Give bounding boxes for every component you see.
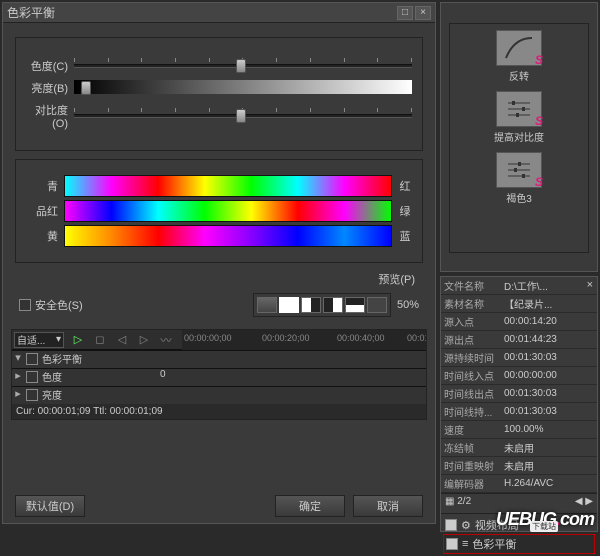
titlebar[interactable]: 色彩平衡 □ × <box>3 3 435 23</box>
dialog-title: 色彩平衡 <box>7 4 55 21</box>
cyan-label: 青 <box>22 178 64 194</box>
property-row: 速度100.00% <box>441 421 597 439</box>
effect-invert[interactable]: S 反转 <box>489 30 549 83</box>
timeline-zoom-dropdown[interactable]: 自适...▾ <box>14 332 64 348</box>
properties-table: 文件名称D:\工作\...素材名称【纪录片...源入点00:00:14:20源出… <box>441 277 597 493</box>
preview-mode-group <box>253 293 391 317</box>
sliders-icon: ≡ <box>462 538 468 550</box>
properties-panel: × 文件名称D:\工作\...素材名称【纪录片...源入点00:00:14:20… <box>440 276 598 532</box>
track-checkbox[interactable] <box>26 389 38 401</box>
preview-mode-6[interactable] <box>367 297 387 313</box>
effect-sepia[interactable]: S 褐色3 <box>489 152 549 205</box>
brightness-slider[interactable] <box>74 80 412 96</box>
watermark-sub: 下载站 <box>530 521 558 532</box>
pager-next[interactable]: ▶ <box>585 496 593 507</box>
pager-text: ▦ 2/2 <box>445 496 471 507</box>
track-color-balance[interactable]: ▾ 色彩平衡 <box>12 350 426 368</box>
cancel-button[interactable]: 取消 <box>353 495 423 517</box>
track-brightness[interactable]: ▸ 亮度 <box>12 386 426 404</box>
preview-percent: 50% <box>397 299 419 311</box>
chroma-slider[interactable] <box>74 58 412 74</box>
property-row: 编解码器H.264/AVC <box>441 475 597 493</box>
timeline-status: Cur: 00:00:01;09 Ttl: 00:00:01;09 <box>12 404 426 419</box>
preview-mode-2[interactable] <box>279 297 299 313</box>
color-balance-dialog: 色彩平衡 □ × 色度(C) 亮度(B) 对比度(O) <box>2 2 436 524</box>
red-label: 红 <box>392 178 412 194</box>
gear-icon: ⚙ <box>461 519 471 532</box>
brightness-label: 亮度(B) <box>22 80 74 96</box>
property-row: 素材名称【纪录片... <box>441 295 597 313</box>
next-key-icon[interactable]: ▷ <box>136 333 152 347</box>
preview-mode-1[interactable] <box>257 297 277 313</box>
chroma-label: 色度(C) <box>22 58 74 74</box>
default-button[interactable]: 默认值(D) <box>15 495 85 517</box>
preview-mode-5[interactable] <box>345 297 365 313</box>
track-chroma[interactable]: ▸ 色度 0 <box>12 368 426 386</box>
fx-color-balance[interactable]: ✓ ≡ 色彩平衡 <box>443 534 595 554</box>
close-button[interactable]: × <box>415 6 431 20</box>
yellow-label: 黄 <box>22 228 64 244</box>
effects-panel: S 反转 S 提高对比度 S 褐色3 <box>440 2 598 272</box>
close-icon[interactable]: × <box>587 279 593 291</box>
property-row: 源出点00:01:44:23 <box>441 331 597 349</box>
property-row: 源持续时间00:01:30:03 <box>441 349 597 367</box>
preview-label: 预览(P) <box>378 271 415 287</box>
color-sliders-group: 青 红 品红 绿 黄 蓝 <box>15 159 423 263</box>
prev-key-icon[interactable]: ◁ <box>114 333 130 347</box>
property-row: 时间线持...00:01:30:03 <box>441 403 597 421</box>
fx-checkbox[interactable]: ✓ <box>446 538 458 550</box>
track-checkbox[interactable] <box>26 353 38 365</box>
effect-contrast[interactable]: S 提高对比度 <box>489 91 549 144</box>
play-icon[interactable]: ▷ <box>70 333 86 347</box>
pager: ▦ 2/2 ◀ ▶ <box>441 493 597 509</box>
property-row: 源入点00:00:14:20 <box>441 313 597 331</box>
safe-color-label: 安全色(S) <box>35 297 83 313</box>
safe-color-checkbox[interactable]: 安全色(S) <box>19 297 83 313</box>
graph-icon[interactable]: 〰 <box>158 333 174 347</box>
magenta-green-slider[interactable] <box>64 200 392 222</box>
basic-sliders-group: 色度(C) 亮度(B) 对比度(O) <box>15 37 423 151</box>
ok-button[interactable]: 确定 <box>275 495 345 517</box>
property-row: 时间线出点00:01:30:03 <box>441 385 597 403</box>
preview-mode-3[interactable] <box>301 297 321 313</box>
blue-label: 蓝 <box>392 228 412 244</box>
contrast-label: 对比度(O) <box>22 102 74 130</box>
keyframe-timeline: 自适...▾ ▷ ◻ ◁ ▷ 〰 00:00:00;00 00:00:20;00… <box>11 329 427 420</box>
track-checkbox[interactable] <box>26 371 38 383</box>
green-label: 绿 <box>392 203 412 219</box>
cyan-red-slider[interactable] <box>64 175 392 197</box>
property-row: 时间线入点00:00:00:00 <box>441 367 597 385</box>
preview-mode-4[interactable] <box>323 297 343 313</box>
maximize-button[interactable]: □ <box>397 6 413 20</box>
yellow-blue-slider[interactable] <box>64 225 392 247</box>
fx-checkbox[interactable]: ✓ <box>445 519 457 531</box>
property-row: 冻结帧未启用 <box>441 439 597 457</box>
loop-icon[interactable]: ◻ <box>92 333 108 347</box>
expand-icon[interactable]: ▸ <box>12 387 24 404</box>
property-row: 时间重映射未启用 <box>441 457 597 475</box>
property-row: 文件名称D:\工作\... <box>441 277 597 295</box>
timeline-ruler[interactable]: 00:00:00;00 00:00:20;00 00:00:40;00 00:0… <box>182 330 426 350</box>
magenta-label: 品红 <box>22 203 64 219</box>
pager-prev[interactable]: ◀ <box>575 496 583 507</box>
expand-icon[interactable]: ▸ <box>12 369 24 386</box>
contrast-slider[interactable] <box>74 108 412 124</box>
expand-icon[interactable]: ▾ <box>12 351 24 368</box>
